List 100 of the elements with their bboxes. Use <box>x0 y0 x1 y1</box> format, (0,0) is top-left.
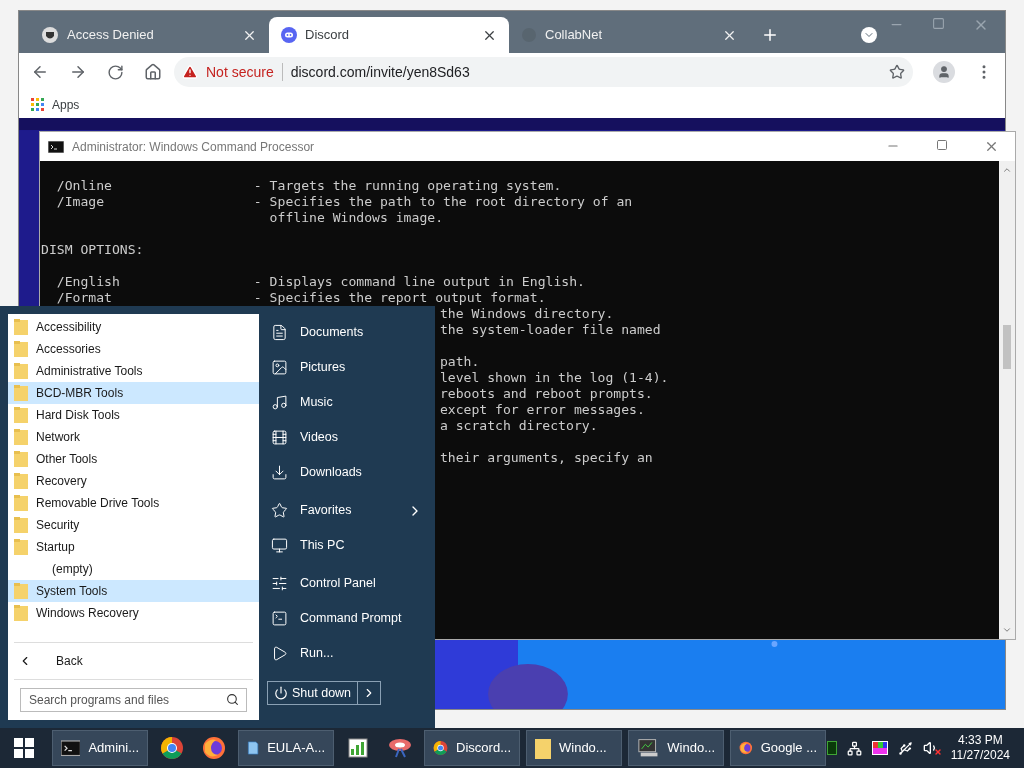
folder-icon <box>14 451 28 467</box>
tab-title: Access Denied <box>67 26 155 45</box>
computer-icon <box>637 737 660 759</box>
close-icon[interactable] <box>984 139 999 154</box>
browser-tab[interactable]: Access Denied <box>29 17 269 53</box>
clock-time: 4:33 PM <box>958 733 1003 748</box>
browser-logo-icon <box>160 736 184 760</box>
folder-icon <box>14 407 28 423</box>
shutdown-button[interactable]: Shut down <box>267 681 382 705</box>
browser-tab[interactable]: Discord <box>269 17 509 53</box>
place-item[interactable]: Downloads <box>267 455 427 490</box>
program-item[interactable]: Network <box>8 426 259 448</box>
browser-tab[interactable]: CollabNet <box>509 17 749 53</box>
back-button[interactable]: Back <box>8 645 259 677</box>
palette-icon[interactable] <box>871 741 888 755</box>
star-icon[interactable] <box>889 64 905 80</box>
clock-date: 11/27/2024 <box>950 748 1010 763</box>
program-item[interactable]: Other Tools <box>8 448 259 470</box>
network-icon[interactable] <box>846 740 862 756</box>
warning-icon <box>182 64 198 80</box>
folder-icon <box>14 583 28 599</box>
place-item[interactable]: Favorites <box>267 493 427 528</box>
film-icon <box>271 429 288 446</box>
maximize-icon[interactable] <box>936 139 948 151</box>
program-item[interactable]: Hard Disk Tools <box>8 404 259 426</box>
taskbar-button[interactable]: Google ... <box>730 730 826 766</box>
folder-icon <box>14 517 28 533</box>
home-icon[interactable] <box>144 63 162 81</box>
console-line: except for error messages. <box>439 402 645 417</box>
place-item[interactable]: Control Panel <box>267 566 427 601</box>
program-item[interactable]: Removable Drive Tools <box>8 492 259 514</box>
folder-icon <box>14 429 28 445</box>
place-item[interactable]: Pictures <box>267 350 427 385</box>
usb-icon[interactable] <box>897 740 913 756</box>
program-item[interactable]: Startup <box>8 536 259 558</box>
music-note-icon <box>271 394 288 411</box>
game-controller-icon <box>281 27 297 43</box>
console-line: reboots and reboot prompts. <box>439 386 653 401</box>
window-title: Administrator: Windows Command Processor <box>72 138 316 156</box>
console-line: path. <box>439 354 480 369</box>
monitor-icon <box>271 537 288 554</box>
console-line: DISM OPTIONS: <box>41 242 144 257</box>
folder-icon <box>14 539 28 555</box>
place-item[interactable]: Videos <box>267 420 427 455</box>
windows-logo-icon[interactable] <box>14 738 34 758</box>
scrollbar-thumb[interactable] <box>1003 325 1011 369</box>
forward-icon[interactable] <box>69 63 87 81</box>
run-icon <box>271 645 288 662</box>
place-item[interactable]: Music <box>267 385 427 420</box>
console-line: /Format - Specifies the report output format. <box>55 290 546 305</box>
bookmark[interactable]: Apps <box>31 95 80 114</box>
place-item[interactable]: Command Prompt <box>267 601 427 636</box>
mute-icon[interactable] <box>922 740 939 756</box>
place-item[interactable]: This PC <box>267 528 427 563</box>
sliders-icon <box>271 575 288 592</box>
taskbar-button[interactable]: Windo... <box>628 730 724 766</box>
address-bar[interactable]: Not secure discord.com/invite/yen8Sd63 <box>174 57 913 87</box>
tray-icon[interactable] <box>826 741 837 755</box>
security-label: Not secure <box>206 62 274 82</box>
program-item[interactable]: (empty) <box>8 558 259 580</box>
program-item[interactable]: Accessibility <box>8 316 259 338</box>
taskbar-button[interactable]: Admini... <box>52 730 148 766</box>
dropdown-icon[interactable] <box>861 27 877 43</box>
program-item[interactable]: System Tools <box>8 580 259 602</box>
search-field[interactable]: Search programs and files <box>20 688 247 712</box>
taskbar-button[interactable]: Windo... <box>526 730 622 766</box>
console-icon <box>48 140 64 153</box>
star-icon <box>271 502 288 519</box>
search-icon <box>226 693 239 706</box>
console-line: /Image - Specifies the path to the root directory of an <box>55 194 633 209</box>
document-icon <box>271 324 288 341</box>
tab-title: CollabNet <box>545 26 604 45</box>
back-icon[interactable] <box>31 63 49 81</box>
place-item[interactable]: Documents <box>267 315 427 350</box>
new-tab-icon[interactable] <box>761 26 779 44</box>
program-item[interactable]: BCD-MBR Tools <box>8 382 259 404</box>
place-item[interactable]: Run... <box>267 636 427 671</box>
profile-icon[interactable] <box>933 61 955 83</box>
program-item[interactable]: Accessories <box>8 338 259 360</box>
folder-icon <box>14 319 28 335</box>
console-line: the system-loader file named <box>439 322 661 337</box>
folder-icon <box>14 495 28 511</box>
clock[interactable]: 4:33 PM 11/27/2024 <box>950 733 1010 763</box>
taskbar-button[interactable]: Discord... <box>424 730 520 766</box>
url-text: discord.com/invite/yen8Sd63 <box>290 62 471 82</box>
program-item[interactable]: Windows Recovery <box>8 602 259 624</box>
console-line: a scratch directory. <box>439 418 598 433</box>
program-item[interactable]: Recovery <box>8 470 259 492</box>
console-line: level shown in the log (1-4). <box>439 370 669 385</box>
folder-icon <box>535 737 551 759</box>
tab-title: Discord <box>305 26 351 45</box>
program-item[interactable]: Administrative Tools <box>8 360 259 382</box>
console-line: their arguments, specify an <box>439 450 653 465</box>
console-icon <box>61 739 81 757</box>
scrollbar[interactable] <box>999 161 1015 639</box>
terminal-icon <box>271 610 288 627</box>
taskbar-button[interactable]: EULA-A... <box>238 730 334 766</box>
grid-icon <box>31 98 44 111</box>
program-item[interactable]: Security <box>8 514 259 536</box>
reload-icon[interactable] <box>107 63 124 81</box>
